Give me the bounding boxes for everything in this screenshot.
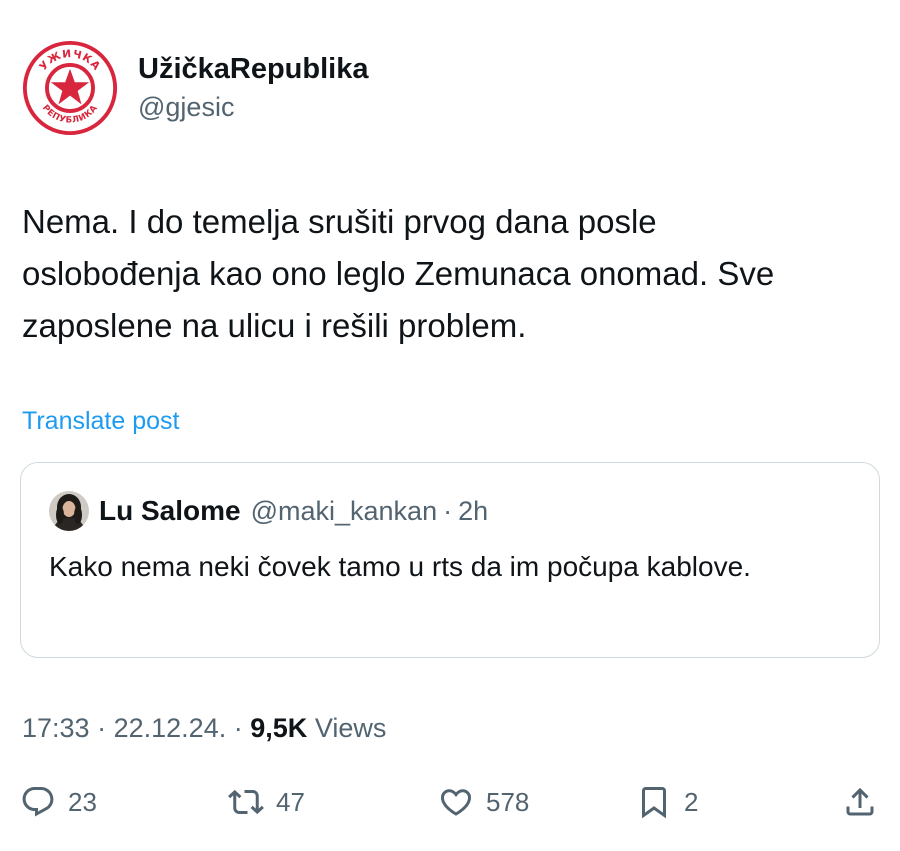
quoted-separator: · [443,495,453,526]
share-icon [846,787,874,816]
author-display-name[interactable]: UžičkaRepublika [138,51,368,87]
views-count: 9,5K [250,713,308,743]
bookmark-count: 2 [684,786,699,817]
views-label: Views [314,713,387,743]
quoted-author-name[interactable]: Lu Salome [99,495,241,527]
post-time[interactable]: 17:33 [22,713,90,743]
bookmark-button[interactable]: 2 [636,774,698,830]
author-avatar[interactable]: УЖИЧКА РЕПУБЛИКА [22,40,118,136]
meta-separator: · [233,713,243,743]
reply-button[interactable]: 23 [20,774,97,830]
post-date[interactable]: 22.12.24. [114,713,227,743]
reply-icon [22,787,54,817]
heart-icon [440,789,472,816]
meta-separator: · [97,713,107,743]
quoted-author-handle[interactable]: @maki_kankan [251,496,438,527]
quoted-post-text: Kako nema neki čovek tamo u rts da im po… [49,551,751,582]
like-count: 578 [486,786,530,817]
quoted-post[interactable]: Lu Salome @maki_kankan · 2h Kako nema ne… [20,462,880,658]
like-button[interactable]: 578 [438,774,529,830]
author-handle[interactable]: @gjesic [138,89,368,125]
repost-icon [228,789,264,815]
red-star-seal-logo-icon: УЖИЧКА РЕПУБЛИКА [22,40,118,136]
post-author: УЖИЧКА РЕПУБЛИКА UžičkaRepublika @gjesic [22,40,368,136]
post-text: Nema. I do temelja srušiti prvog dana po… [22,203,775,344]
post-meta: 17:33 · 22.12.24. · 9,5K Views [22,710,386,746]
translate-post-link[interactable]: Translate post [22,404,179,438]
reply-count: 23 [68,786,97,817]
post-actions-bar: 23 47 578 2 [0,774,900,830]
share-button[interactable] [842,774,878,830]
person-photo-icon [49,491,89,531]
quoted-author-avatar[interactable] [49,491,89,531]
bookmark-icon [642,787,666,819]
repost-button[interactable]: 47 [228,774,305,830]
repost-count: 47 [276,786,305,817]
quoted-post-time[interactable]: 2h [458,496,488,527]
